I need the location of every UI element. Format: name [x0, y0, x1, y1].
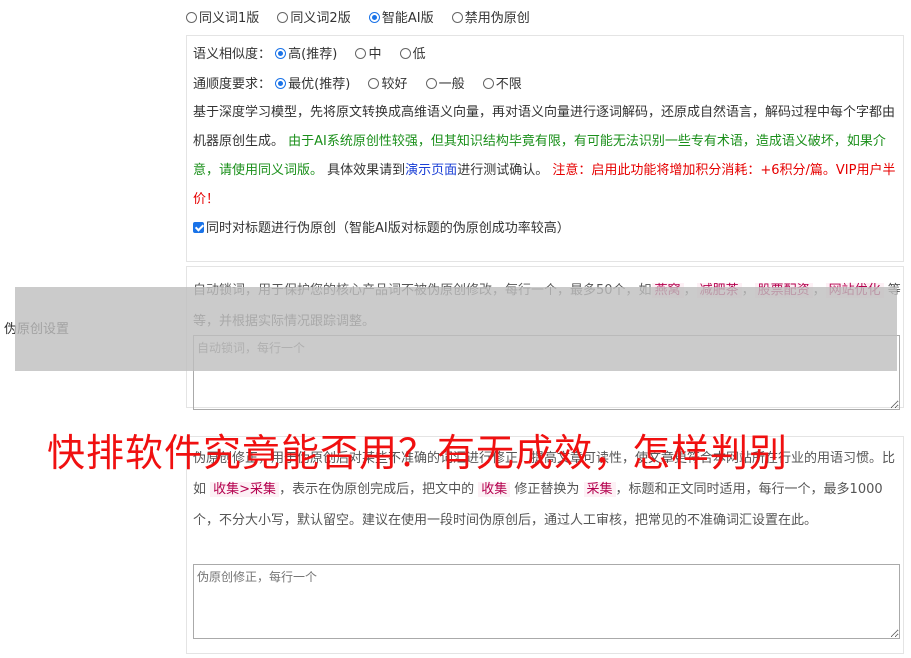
lock-words-description: 自动锁词，用于保护您的核心产品词不被伪原创修改，每行一个，最多50个，如 燕窝，减…	[193, 283, 901, 329]
mode-option-disable[interactable]: 禁用伪原创	[451, 11, 530, 26]
ai-description: 基于深度学习模型，先将原文转换成高维语义向量，再对语义向量进行逐词解码，还原成自…	[193, 105, 896, 207]
radio-icon[interactable]	[482, 78, 494, 89]
similarity-option-medium[interactable]: 中	[355, 47, 381, 62]
radio-icon[interactable]	[277, 12, 289, 23]
radio-icon[interactable]	[355, 48, 367, 59]
example-tag: 减肥茶	[696, 283, 742, 298]
lock-words-panel: 自动锁词，用于保护您的核心产品词不被伪原创修改，每行一个，最多50个，如 燕窝，减…	[186, 266, 904, 410]
radio-icon[interactable]	[451, 12, 463, 23]
similarity-row: 语义相似度： 高(推荐) 中 低	[193, 40, 897, 70]
example-tag: 收集>采集	[210, 482, 280, 497]
example-tag: 收集	[478, 482, 511, 497]
mode-option-synonym-2[interactable]: 同义词2版	[277, 11, 351, 26]
ai-settings-panel: 语义相似度： 高(推荐) 中 低 通顺度要求： 最优(推荐) 较好 一般 不限 …	[186, 35, 904, 262]
fluency-label: 通顺度要求：	[193, 77, 272, 92]
radio-icon[interactable]	[399, 48, 411, 59]
correction-textarea[interactable]	[193, 564, 900, 639]
mode-option-ai[interactable]: 智能AI版	[368, 11, 434, 26]
checkbox-checked-icon[interactable]	[193, 222, 204, 233]
example-tag: 燕窝	[651, 283, 684, 298]
fluency-row: 通顺度要求： 最优(推荐) 较好 一般 不限	[193, 70, 897, 100]
settings-label: 伪原创设置	[4, 322, 70, 337]
demo-page-link[interactable]: 演示页面	[405, 163, 457, 178]
fluency-option-normal[interactable]: 一般	[425, 77, 465, 92]
example-tag: 采集	[583, 482, 616, 497]
fluency-option-none[interactable]: 不限	[482, 77, 522, 92]
example-tag: 股票配资	[754, 283, 813, 298]
example-tag: 网站优化	[825, 283, 884, 298]
radio-icon[interactable]	[368, 78, 380, 89]
radio-icon[interactable]	[186, 12, 197, 23]
similarity-option-low[interactable]: 低	[399, 47, 426, 62]
fluency-option-best[interactable]: 最优(推荐)	[275, 77, 350, 92]
mode-radio-group: 同义词1版 同义词2版 智能AI版 禁用伪原创	[186, 9, 544, 29]
mode-option-synonym-1[interactable]: 同义词1版	[186, 11, 259, 26]
similarity-option-high[interactable]: 高(推荐)	[275, 47, 337, 62]
radio-selected-icon[interactable]	[275, 78, 287, 89]
fluency-option-good[interactable]: 较好	[368, 77, 407, 92]
similarity-label: 语义相似度：	[193, 47, 272, 62]
radio-icon[interactable]	[425, 78, 437, 89]
title-checkbox-label: 同时对标题进行伪原创（智能AI版对标题的伪原创成功率较高）	[206, 221, 570, 236]
title-checkbox-row[interactable]: 同时对标题进行伪原创（智能AI版对标题的伪原创成功率较高）	[193, 214, 897, 244]
lock-words-textarea[interactable]	[193, 335, 900, 410]
radio-selected-icon[interactable]	[368, 12, 380, 23]
radio-selected-icon[interactable]	[275, 48, 287, 59]
headline-overlay: 快排软件究竟能否用？有无成效，怎样判别	[47, 431, 789, 475]
